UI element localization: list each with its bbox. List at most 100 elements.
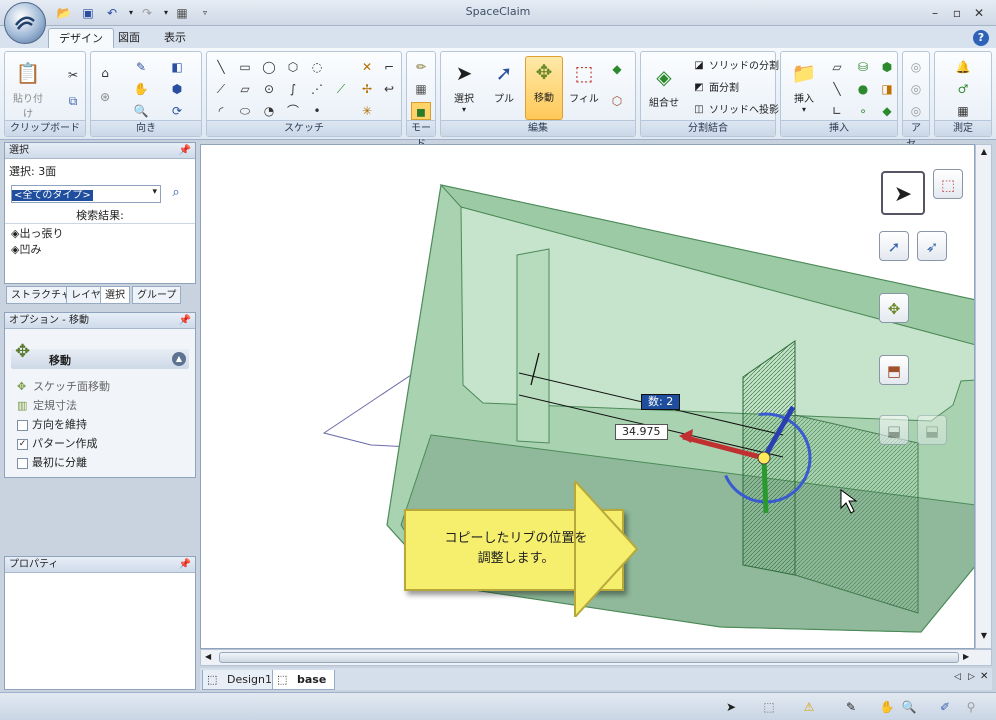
search-icon[interactable]: ⌕ [165, 185, 187, 203]
mass-icon[interactable]: ▦ [953, 102, 973, 120]
option-item[interactable]: ✓ パターン作成 [17, 434, 110, 453]
scroll-up-icon[interactable]: ▲ [978, 147, 990, 156]
offset-curve-icon[interactable]: ⟋ [331, 80, 351, 98]
shell-icon[interactable]: ⬡ [607, 92, 627, 110]
dimension-value-label[interactable]: 34.975 [615, 424, 668, 440]
pin-icon[interactable]: 📌 [179, 143, 191, 159]
scale-curve-icon[interactable]: ✳ [357, 102, 377, 120]
anchor-guide-icon[interactable]: ✥ [879, 293, 909, 323]
point-icon[interactable]: • [307, 102, 327, 120]
pull-button[interactable]: ➚ プル [485, 58, 523, 105]
section-mode-icon[interactable]: ▦ [411, 80, 431, 98]
tab-design[interactable]: デザイン [48, 28, 114, 48]
orient-assembly-icon[interactable]: ◎ [906, 102, 926, 120]
doc-tab-design1[interactable]: ⬚ Design1 [202, 670, 281, 690]
pan-icon[interactable]: ✋ [131, 80, 151, 98]
pin-icon[interactable]: 📌 [179, 313, 191, 329]
view-cube-icon[interactable]: ◧ [167, 58, 187, 76]
checkbox[interactable] [17, 457, 28, 469]
option-item[interactable]: ✥ スケッチ面移動 [17, 377, 110, 396]
spline-icon[interactable]: ∫ [283, 80, 303, 98]
status-pan-icon[interactable]: ✋ [878, 699, 896, 715]
app-menu-button[interactable] [4, 2, 46, 44]
status-sketch-icon[interactable]: ✐ [936, 699, 954, 715]
minimize-icon[interactable]: – [924, 4, 946, 22]
select-body-guide-icon[interactable]: ⬚ [933, 169, 963, 199]
move-section-header[interactable]: ✥ 移動 ▲ [11, 341, 189, 369]
display-icon[interactable]: ⬢ [167, 80, 187, 98]
rotate-icon[interactable]: ⟳ [167, 102, 187, 120]
handle-center[interactable] [757, 451, 771, 465]
rectangle-icon[interactable]: ▭ [235, 58, 255, 76]
axis-icon[interactable]: ╲ [827, 80, 847, 98]
construction-line-icon[interactable]: ⋰ [307, 80, 327, 98]
pin-icon[interactable]: 📌 [179, 557, 191, 573]
three-point-circle-icon[interactable]: ⊙ [259, 80, 279, 98]
align-assembly-icon[interactable]: ◎ [906, 80, 926, 98]
vertical-scrollbar[interactable]: ▲ ▼ [975, 144, 992, 649]
split-line-icon[interactable]: ✢ [357, 80, 377, 98]
three-point-arc-icon[interactable]: ⌒ [283, 102, 303, 120]
result-item[interactable]: ◈出っ張り [11, 225, 63, 241]
scroll-right-icon[interactable]: ▶ [963, 652, 969, 661]
y-axis-arrow[interactable] [761, 457, 769, 514]
horizontal-scrollbar[interactable]: ◀ ▶ [200, 649, 992, 666]
checkbox[interactable] [17, 419, 28, 431]
check-geometry-icon[interactable]: ♂ [953, 80, 973, 98]
along-trajectory-guide-icon[interactable]: ➚ [879, 231, 909, 261]
tab-select[interactable]: 選択 [100, 286, 130, 304]
design-viewport[interactable]: 数: 2 34.975 コピーしたリブの位置を 調整します。 ➤ ⬚ ➚ ➶ ✥… [200, 144, 975, 649]
move-direction-guide-icon[interactable]: ⬒ [879, 355, 909, 385]
polygon-icon[interactable]: ⬡ [283, 58, 303, 76]
insert-button[interactable]: 📁 挿入 ▾ [785, 58, 823, 114]
three-point-rect-icon[interactable]: ▱ [235, 80, 255, 98]
3d-mode-icon[interactable]: ◼ [411, 102, 431, 120]
split-body-button[interactable]: ◪ ソリッドの分割 [691, 58, 779, 76]
scroll-thumb[interactable] [219, 652, 959, 663]
split-face-button[interactable]: ◩ 面分割 [691, 80, 739, 98]
paste-button[interactable]: 📋 貼り付け [9, 58, 47, 120]
sweep-arc-icon[interactable]: ◔ [259, 102, 279, 120]
line-icon[interactable]: ╲ [211, 58, 231, 76]
option-item[interactable]: 最初に分離 [17, 453, 110, 472]
maximize-icon[interactable]: ▫ [946, 4, 968, 22]
cylinder-icon[interactable]: ⛁ [853, 58, 873, 76]
status-pin-icon[interactable]: ⚲ [962, 699, 980, 715]
dimension-count-label[interactable]: 数: 2 [641, 394, 681, 410]
ellipse-icon[interactable]: ⬭ [235, 102, 255, 120]
select-tool-guide-icon[interactable]: ➤ [881, 171, 925, 215]
select-button[interactable]: ➤ 選択 ▾ [445, 58, 483, 114]
status-select-icon[interactable]: ➤ [722, 699, 740, 715]
tangent-assembly-icon[interactable]: ◎ [906, 58, 926, 76]
tangent-line-icon[interactable]: ⟋ [211, 80, 231, 98]
ruler-guide-icon[interactable]: ⬓ [917, 415, 947, 445]
status-zoom-icon[interactable]: 🔍 [900, 699, 918, 715]
warning-icon[interactable]: ⚠ [800, 699, 818, 715]
type-filter-select[interactable]: <全てのタイプ> ▾ [11, 185, 161, 203]
image-icon[interactable]: ◨ [877, 80, 897, 98]
home-icon[interactable]: ⌂ [95, 64, 115, 82]
measure-icon[interactable]: 🔔 [953, 58, 973, 76]
corner-icon[interactable]: ⌐ [379, 58, 399, 76]
tab-nav-prev-icon[interactable]: ◁ [954, 672, 961, 682]
scroll-left-icon[interactable]: ◀ [205, 652, 211, 661]
fill-button[interactable]: ⬚ フィル [565, 58, 603, 105]
combine-solid-icon[interactable]: ◆ [607, 60, 627, 78]
checkbox-checked[interactable]: ✓ [17, 438, 28, 450]
plane-icon[interactable]: ▱ [827, 58, 847, 76]
sketch-mode-icon[interactable]: ✏ [411, 58, 431, 76]
trim-icon[interactable]: ✕ [357, 58, 377, 76]
up-to-guide-icon[interactable]: ⬓ [879, 415, 909, 445]
point-pair-icon[interactable]: ∘ [853, 102, 873, 120]
combine-button[interactable]: ◈ 組合せ [645, 62, 683, 109]
arc-icon[interactable]: ◜ [211, 102, 231, 120]
result-item[interactable]: ◈凹み [11, 241, 41, 257]
zoom-icon[interactable]: 🔍 [131, 102, 151, 120]
circle-icon[interactable]: ◯ [259, 58, 279, 76]
close-icon[interactable]: ✕ [968, 4, 990, 22]
option-item[interactable]: ▥ 定規寸法 [17, 396, 110, 415]
tab-nav-next-icon[interactable]: ▷ [968, 672, 975, 682]
pull-direction-guide-icon[interactable]: ➶ [917, 231, 947, 261]
bend-icon[interactable]: ↩ [379, 80, 399, 98]
move-button[interactable]: ✥ 移動 [525, 56, 563, 120]
